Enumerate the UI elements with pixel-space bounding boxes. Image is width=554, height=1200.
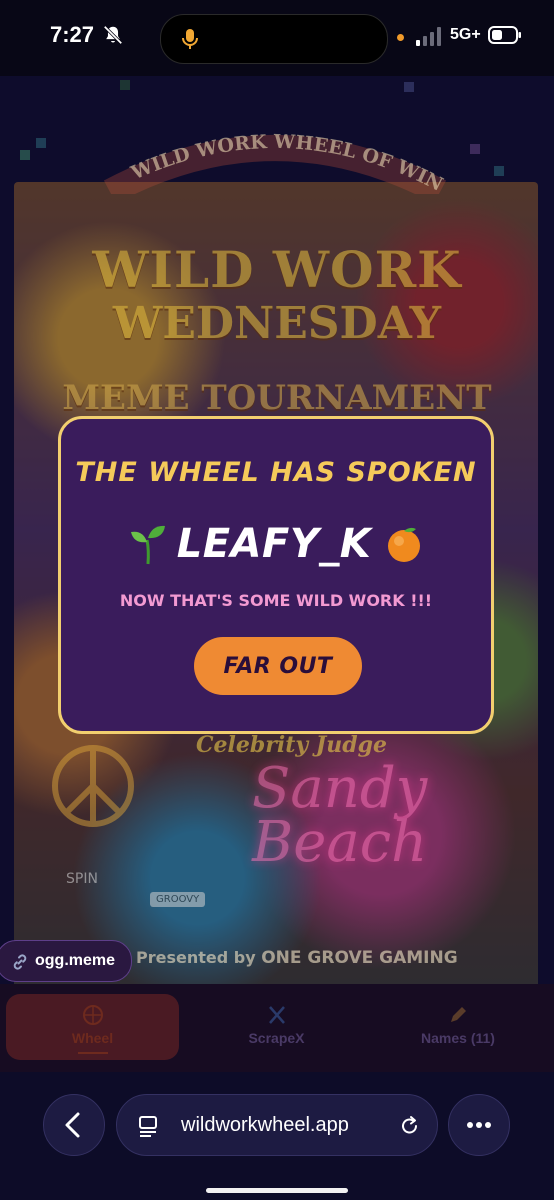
home-indicator[interactable] — [206, 1188, 348, 1193]
tab-names-label: Names (11) — [421, 1030, 495, 1046]
tab-names[interactable]: Names (11) — [368, 994, 548, 1060]
address-bar[interactable]: wildworkwheel.app — [116, 1094, 438, 1156]
x-logo-icon — [268, 1006, 285, 1024]
winner-name: LEAFY_K — [176, 521, 372, 567]
browser-toolbar: wildworkwheel.app — [0, 1072, 554, 1200]
tab-scrapex[interactable]: ScrapeX — [190, 994, 363, 1060]
judge-name: Sandy Beach — [252, 756, 428, 875]
confetti-square — [470, 144, 480, 154]
spin-label: SPIN — [66, 871, 98, 887]
peace-sign-icon — [52, 745, 134, 827]
page-menu-icon — [139, 1116, 157, 1137]
seedling-icon — [130, 525, 165, 565]
chevron-left-icon — [65, 1112, 80, 1138]
reload-icon[interactable] — [399, 1114, 421, 1138]
link-icon — [13, 954, 27, 970]
confetti-square — [20, 150, 30, 160]
wheel-icon — [82, 1005, 103, 1025]
poster-title-line1: WILD WORK — [92, 240, 462, 299]
network-type: 5G+ — [450, 26, 481, 43]
confetti-square — [404, 82, 414, 92]
confetti-square — [494, 166, 504, 176]
app-tab-bar: Wheel ScrapeX Names (11) — [0, 984, 554, 1072]
celebrity-judge-label: Celebrity Judge — [196, 732, 387, 758]
tab-wheel[interactable]: Wheel — [6, 994, 179, 1060]
microphone-icon — [182, 29, 198, 49]
tab-scrapex-label: ScrapeX — [248, 1030, 305, 1046]
presented-by: Presented by ONE GROVE GAMING — [136, 948, 458, 968]
presenter-name: ONE GROVE GAMING — [261, 948, 458, 968]
tab-wheel-label: Wheel — [71, 1030, 114, 1046]
winner-row: LEAFY_K — [61, 521, 491, 567]
confetti-square — [36, 138, 46, 148]
confetti-square — [120, 80, 130, 90]
status-bar: 7:27 5G+ — [0, 0, 554, 76]
modal-subtitle: NOW THAT'S SOME WILD WORK !!! — [119, 591, 433, 610]
phone-screen: 7:27 5G+ WILD WORK WHEEL OF WIN WILD WOR… — [0, 0, 554, 1200]
active-tab-indicator — [78, 1052, 108, 1054]
bell-muted-icon — [103, 25, 123, 45]
modal-title: THE WHEEL HAS SPOKEN — [75, 457, 477, 488]
url-text: wildworkwheel.app — [181, 1114, 349, 1136]
judge-name-line1: Sandy — [252, 756, 428, 821]
poster-title-line2: WEDNESDAY — [112, 298, 442, 349]
battery-icon — [488, 26, 521, 44]
signal-bars-icon — [416, 27, 441, 46]
tangerine-icon — [388, 527, 421, 562]
pencil-icon — [451, 1007, 466, 1022]
back-button[interactable] — [43, 1094, 105, 1156]
presented-prefix: Presented by — [136, 948, 256, 967]
poster-title-line3: MEME TOURNAMENT — [62, 378, 492, 418]
more-dots-icon — [467, 1122, 491, 1128]
link-chip-label: ogg.meme — [35, 952, 116, 969]
ogg-meme-link[interactable]: ogg.meme — [0, 940, 132, 982]
dynamic-island — [160, 14, 388, 64]
poster-arc-title: WILD WORK WHEEL OF WINNERS — [90, 114, 446, 194]
license-plate: GROOVY — [150, 892, 206, 907]
privacy-dot — [397, 34, 404, 41]
judge-name-line2: Beach — [252, 810, 428, 875]
status-time: 7:27 — [50, 22, 95, 47]
more-button[interactable] — [448, 1094, 510, 1156]
winner-modal: THE WHEEL HAS SPOKEN LEAFY_K NOW THAT'S … — [58, 416, 494, 734]
far-out-button[interactable]: FAR OUT — [194, 637, 362, 695]
